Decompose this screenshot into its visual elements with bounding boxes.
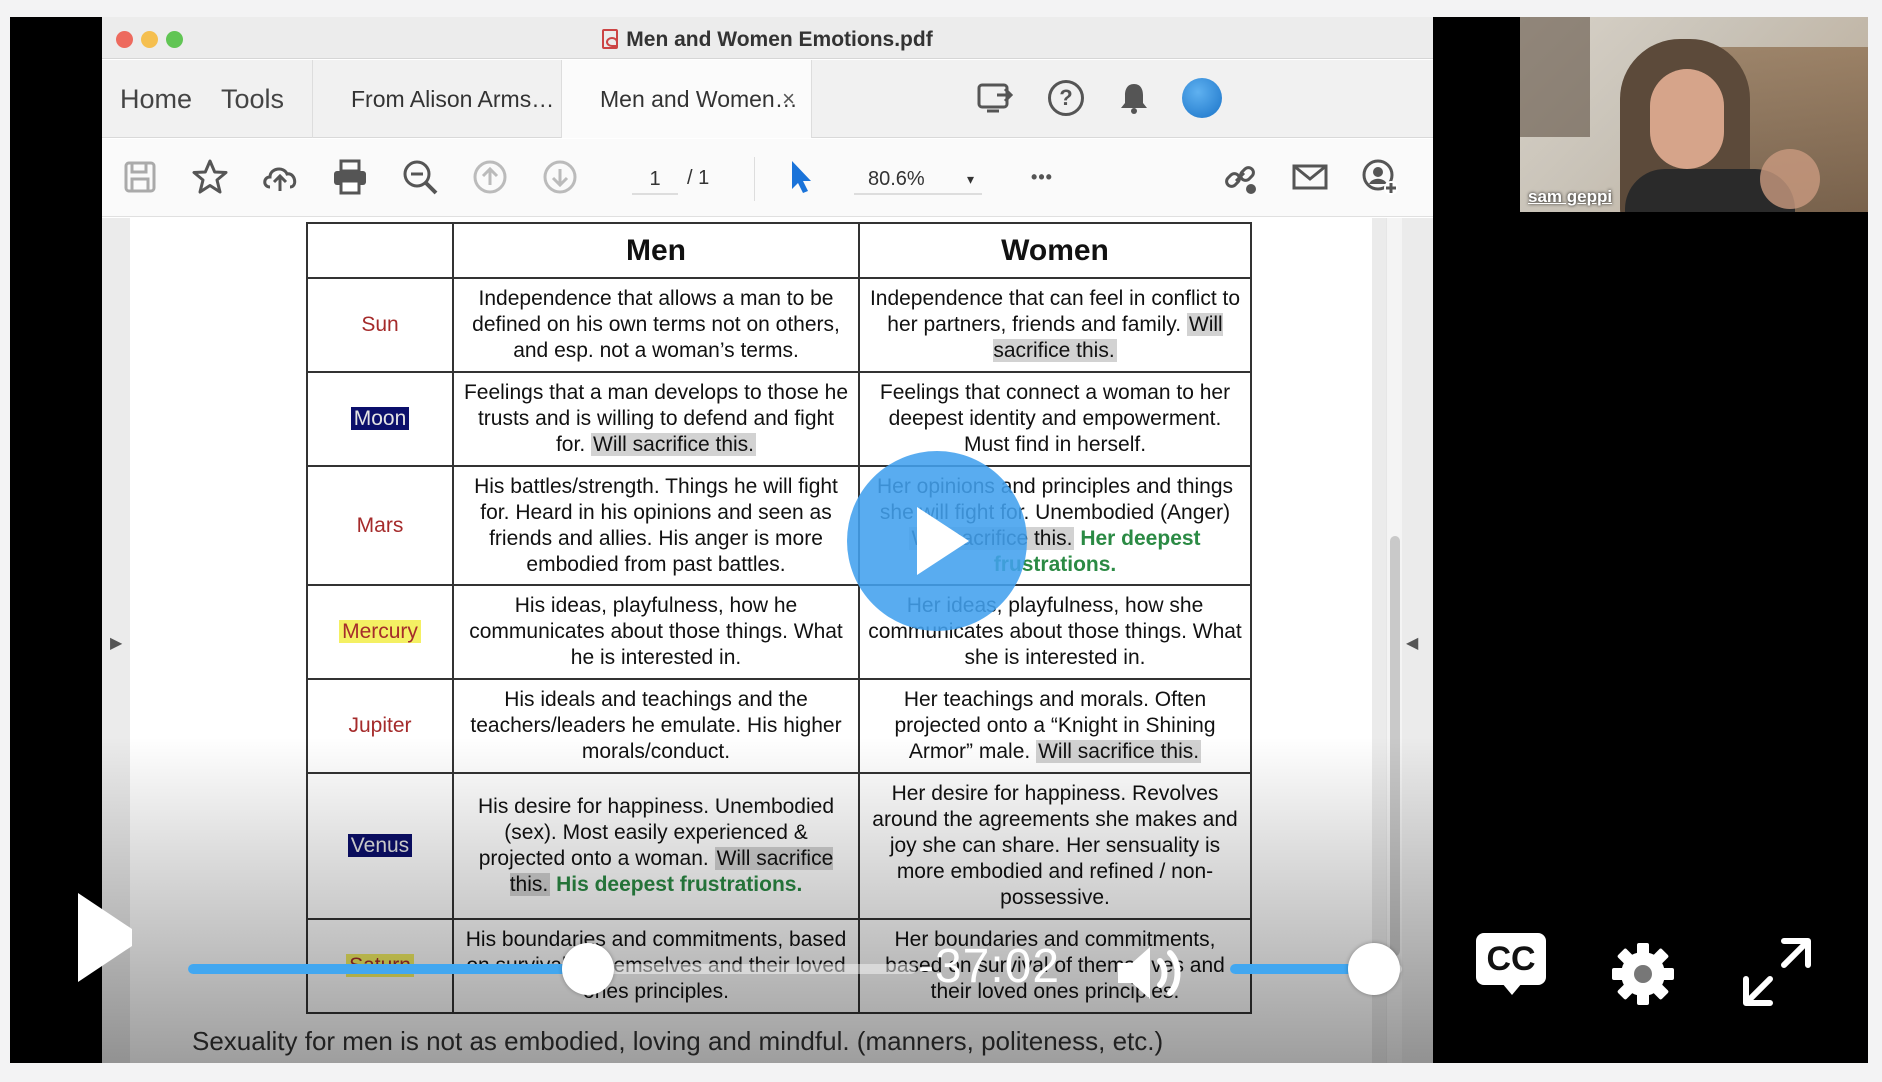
planet-cell: Jupiter (306, 678, 454, 774)
participant-name: sam geppi (1528, 187, 1613, 206)
men-cell: Feelings that a man develops to those he… (452, 371, 860, 467)
webcam-person (1615, 39, 1820, 212)
table-header-row: Men Women (306, 222, 1252, 279)
table-row: Venus His desire for happiness. Unembodi… (306, 772, 1252, 920)
tab-label: Men and Women… (600, 86, 798, 112)
table-row: Jupiter His ideals and teachings and the… (306, 678, 1252, 774)
time-remaining: -37:02 (918, 940, 1061, 993)
zoom-out-icon[interactable] (398, 155, 442, 199)
add-user-icon[interactable] (1358, 155, 1402, 199)
volume-icon[interactable] (1114, 941, 1194, 1005)
tab-men-and-women[interactable]: Men and Women… × (562, 60, 812, 138)
play-button[interactable] (78, 893, 138, 1003)
men-cell: His ideals and teachings and the teacher… (452, 678, 860, 774)
volume-slider[interactable] (1230, 943, 1402, 995)
planet-label: Venus (347, 834, 413, 857)
table-row: Mercury His ideas, playfulness, how he c… (306, 584, 1252, 680)
play-icon (917, 507, 969, 575)
planet-cell: Mars (306, 465, 454, 586)
zoom-dropdown[interactable]: 80.6% ▾ (854, 163, 982, 195)
tab-close-icon[interactable]: × (782, 60, 795, 138)
women-cell: Independence that can feel in conflict t… (858, 277, 1252, 373)
emotions-table: Men Women Sun Independence that allows a… (306, 222, 1252, 1014)
highlighted-text: Will sacrifice this. (1036, 740, 1202, 763)
seek-bar-played (188, 964, 589, 974)
planet-label: Jupiter (348, 714, 412, 737)
upload-cloud-icon[interactable] (258, 155, 302, 199)
tab-bar: Home Tools From Alison Arms… Men and Wom… (102, 60, 1433, 138)
tab-label: From Alison Arms… (351, 86, 555, 112)
right-panel-toggle-icon[interactable]: ◀ (1406, 633, 1418, 653)
cc-icon: CC (1476, 933, 1546, 985)
highlighted-text: Will sacrifice this. (591, 433, 757, 456)
table-row: Sun Independence that allows a man to be… (306, 277, 1252, 373)
share-screen-icon[interactable] (974, 76, 1018, 120)
table-header-cell (306, 222, 454, 279)
pdf-reader-window: Men and Women Emotions.pdf Home Tools Fr… (102, 17, 1433, 1063)
planet-cell: Venus (306, 772, 454, 920)
zoom-value: 80.6% (868, 168, 925, 190)
table-row: Moon Feelings that a man develops to tho… (306, 371, 1252, 467)
planet-cell: Mercury (306, 584, 454, 680)
chevron-down-icon: ▾ (966, 171, 974, 187)
fullscreen-expand-icon[interactable] (1740, 935, 1814, 1009)
page-number-input[interactable]: 1 (632, 163, 678, 195)
document-area: ▶ ◀ Men Women Sun Independence that allo… (102, 218, 1433, 1063)
scrollbar-thumb[interactable] (1390, 536, 1400, 956)
title-bar: Men and Women Emotions.pdf (102, 17, 1433, 59)
cell-text: Independence that can feel in conflict t… (869, 287, 1241, 336)
next-page-icon[interactable] (538, 155, 582, 199)
closed-captions-button[interactable]: CC (1476, 933, 1546, 1003)
planet-label: Mars (356, 513, 404, 537)
email-icon[interactable] (1288, 155, 1332, 199)
table-header-women: Women (858, 222, 1252, 279)
save-icon[interactable] (118, 155, 162, 199)
tab-from-alison-arms[interactable]: From Alison Arms… (312, 60, 562, 138)
men-cell: His ideas, playfulness, how he communica… (452, 584, 860, 680)
center-play-button[interactable] (847, 451, 1027, 631)
webcam-background (1520, 17, 1590, 137)
planet-cell: Sun (306, 277, 454, 373)
webcam-feed: sam geppi (1520, 17, 1868, 212)
table-header-men: Men (452, 222, 860, 279)
play-icon (78, 893, 132, 982)
account-avatar[interactable] (1180, 76, 1224, 120)
nav-tools[interactable]: Tools (221, 84, 284, 115)
planet-label: Moon (350, 407, 410, 430)
toolbar: 1 / 1 80.6% ▾ ••• (102, 139, 1433, 217)
planet-label: Sun (361, 313, 399, 336)
settings-gear-icon[interactable] (1610, 941, 1676, 1007)
vertical-scrollbar[interactable] (1386, 218, 1402, 1063)
document-title-text: Men and Women Emotions.pdf (626, 28, 933, 51)
pdf-page: Men Women Sun Independence that allows a… (130, 218, 1372, 1063)
page-footnote: Sexuality for men is not as embodied, lo… (192, 1026, 1164, 1056)
help-icon[interactable]: ? (1044, 76, 1088, 120)
document-title: Men and Women Emotions.pdf (102, 28, 1433, 52)
share-link-icon[interactable] (1218, 155, 1262, 199)
green-emphasis-text: His deepest frustrations. (556, 873, 803, 896)
more-tools-icon[interactable]: ••• (1020, 155, 1064, 199)
seek-bar[interactable] (188, 943, 916, 995)
toolbar-divider (754, 157, 755, 201)
seek-bar-handle[interactable] (562, 943, 615, 995)
select-cursor-icon[interactable] (778, 155, 822, 199)
women-cell: Her desire for happiness. Revolves aroun… (858, 772, 1252, 920)
video-player[interactable]: Men and Women Emotions.pdf Home Tools Fr… (10, 17, 1868, 1063)
table-row: Mars His battles/strength. Things he wil… (306, 465, 1252, 586)
men-cell: Independence that allows a man to be def… (452, 277, 860, 373)
planet-label: Mercury (339, 620, 421, 643)
notifications-bell-icon[interactable] (1112, 76, 1156, 120)
pdf-file-icon (602, 29, 619, 49)
print-icon[interactable] (328, 155, 372, 199)
men-cell: His desire for happiness. Unembodied (se… (452, 772, 860, 920)
women-cell: Her teachings and morals. Often projecte… (858, 678, 1252, 774)
left-panel-toggle-icon[interactable]: ▶ (110, 633, 122, 653)
previous-page-icon[interactable] (468, 155, 512, 199)
nav-home[interactable]: Home (120, 84, 192, 115)
planet-cell: Moon (306, 371, 454, 467)
page-total: / 1 (687, 167, 710, 189)
bookmark-star-icon[interactable] (188, 155, 232, 199)
men-cell: His battles/strength. Things he will fig… (452, 465, 860, 586)
